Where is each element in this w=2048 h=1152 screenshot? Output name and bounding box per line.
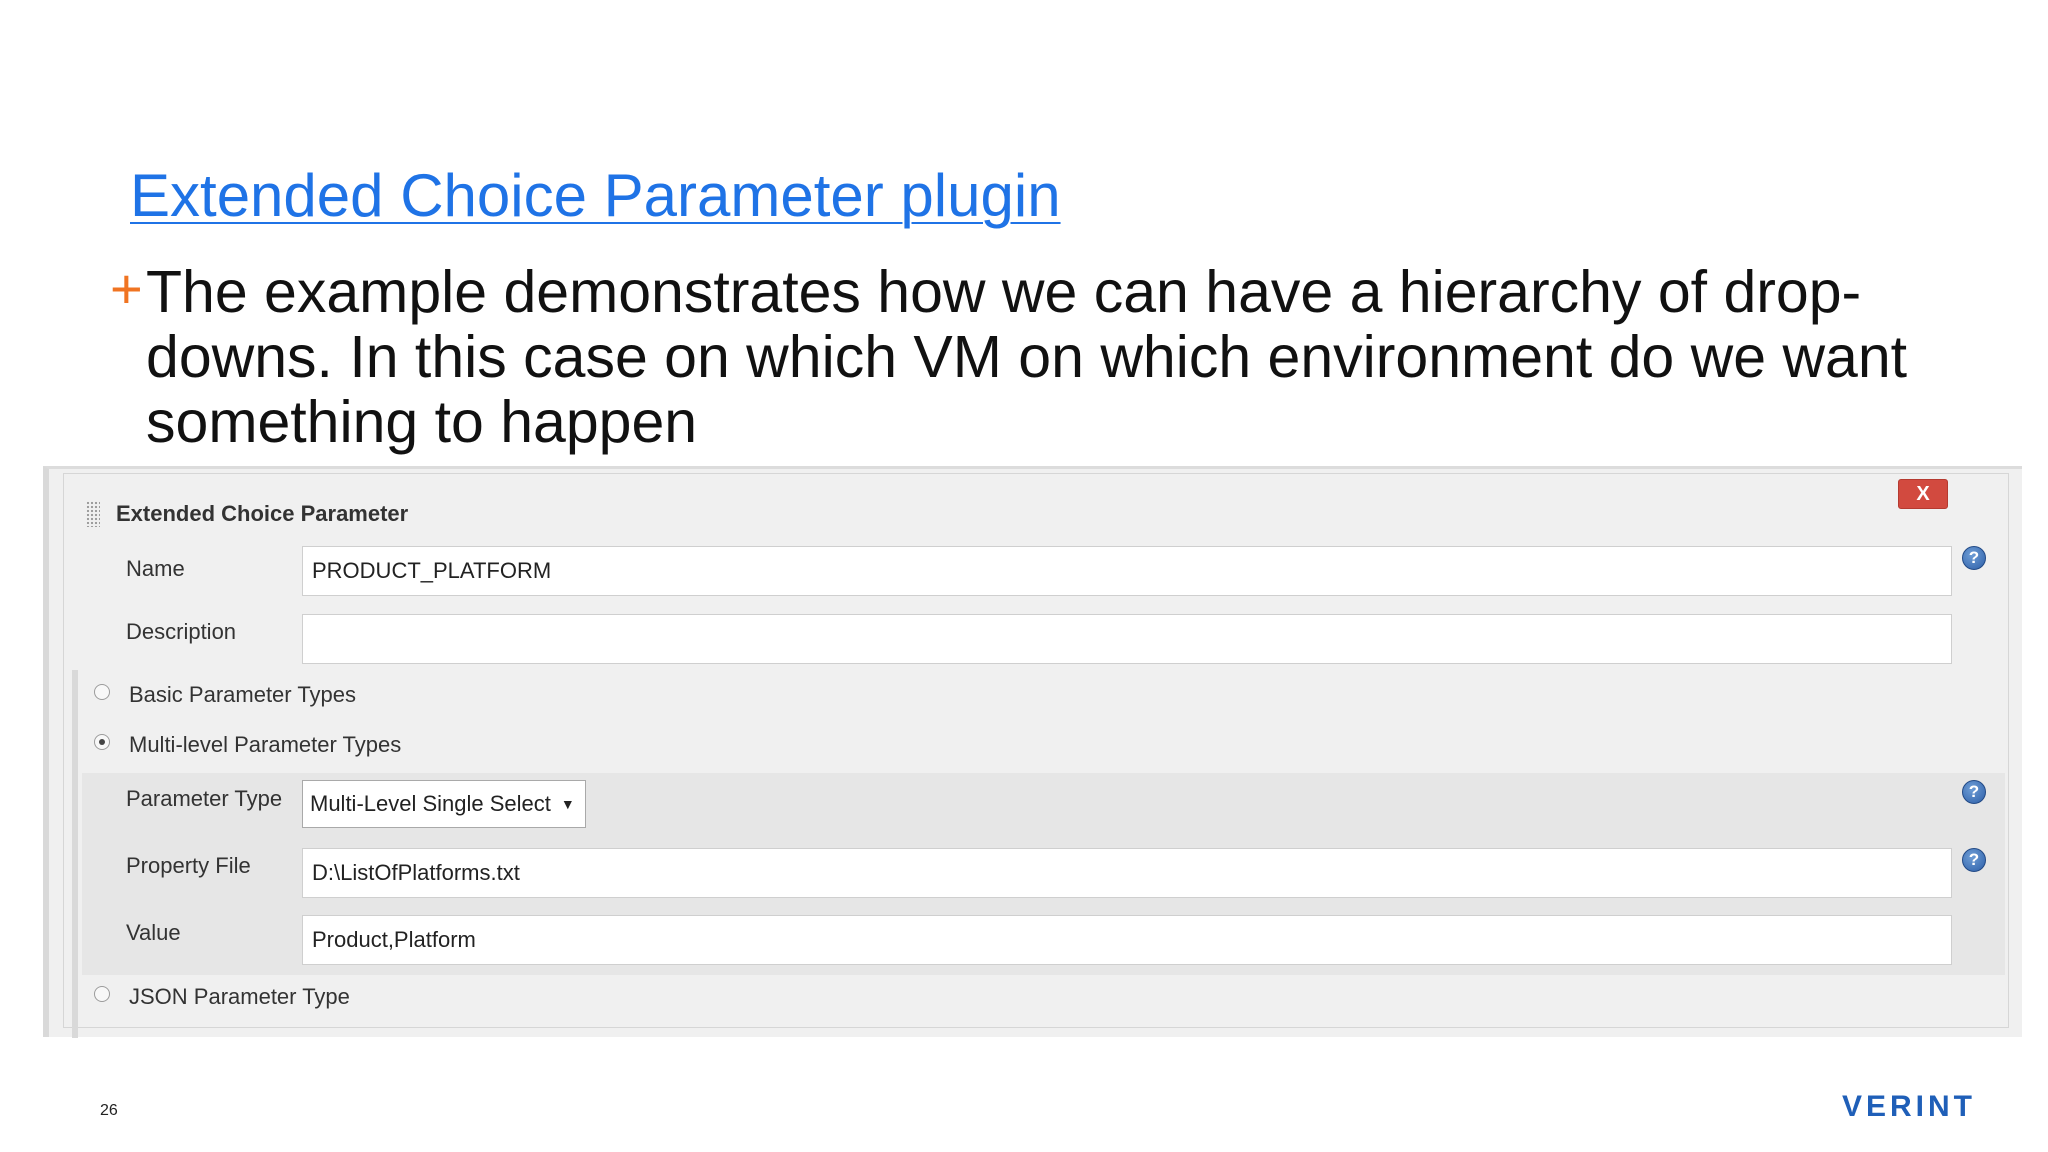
- json-parameter-type-label[interactable]: JSON Parameter Type: [129, 984, 350, 1010]
- property-file-field[interactable]: D:\ListOfPlatforms.txt: [302, 848, 1952, 898]
- parameter-type-label: Parameter Type: [126, 786, 283, 811]
- bullet-plus-icon: +: [110, 257, 143, 320]
- parameter-type-group: [72, 670, 78, 1038]
- basic-parameter-types-label[interactable]: Basic Parameter Types: [129, 682, 356, 708]
- parameter-type-selected: Multi-Level Single Select: [310, 791, 551, 816]
- name-label: Name: [126, 556, 185, 581]
- name-help-icon[interactable]: ?: [1962, 546, 1986, 570]
- drag-handle-icon[interactable]: [86, 501, 100, 527]
- basic-parameter-types-radio[interactable]: [94, 684, 110, 700]
- value-field[interactable]: Product,Platform: [302, 915, 1952, 965]
- bullet-text: The example demonstrates how we can have…: [146, 259, 1908, 455]
- parameter-type-select[interactable]: Multi-Level Single Select ▼: [302, 780, 586, 828]
- verint-logo: VERINT: [1842, 1090, 1977, 1123]
- value-label: Value: [126, 920, 181, 945]
- description-label: Description: [126, 619, 237, 644]
- property-file-help-icon[interactable]: ?: [1962, 848, 1986, 872]
- panel-body: Extended Choice Parameter X Name PRODUCT…: [63, 473, 2009, 1038]
- multi-level-parameter-types-radio[interactable]: [94, 734, 110, 750]
- description-field[interactable]: [302, 614, 1952, 664]
- parameter-type-help-icon[interactable]: ?: [1962, 780, 1986, 804]
- delete-parameter-button[interactable]: X: [1898, 479, 1948, 509]
- bullet-item: + The example demonstrates how we can ha…: [110, 257, 1930, 455]
- multi-level-parameter-types-label[interactable]: Multi-level Parameter Types: [129, 732, 401, 758]
- page-number: 26: [100, 1102, 118, 1119]
- property-file-label: Property File: [126, 853, 251, 878]
- panel-header: Extended Choice Parameter: [116, 501, 409, 526]
- slide-title[interactable]: Extended Choice Parameter plugin: [130, 160, 1061, 232]
- name-field[interactable]: PRODUCT_PLATFORM: [302, 546, 1952, 596]
- dropdown-arrow-icon: ▼: [560, 796, 575, 812]
- json-parameter-type-radio[interactable]: [94, 986, 110, 1002]
- extended-choice-parameter-panel: Extended Choice Parameter X Name PRODUCT…: [43, 466, 2022, 1038]
